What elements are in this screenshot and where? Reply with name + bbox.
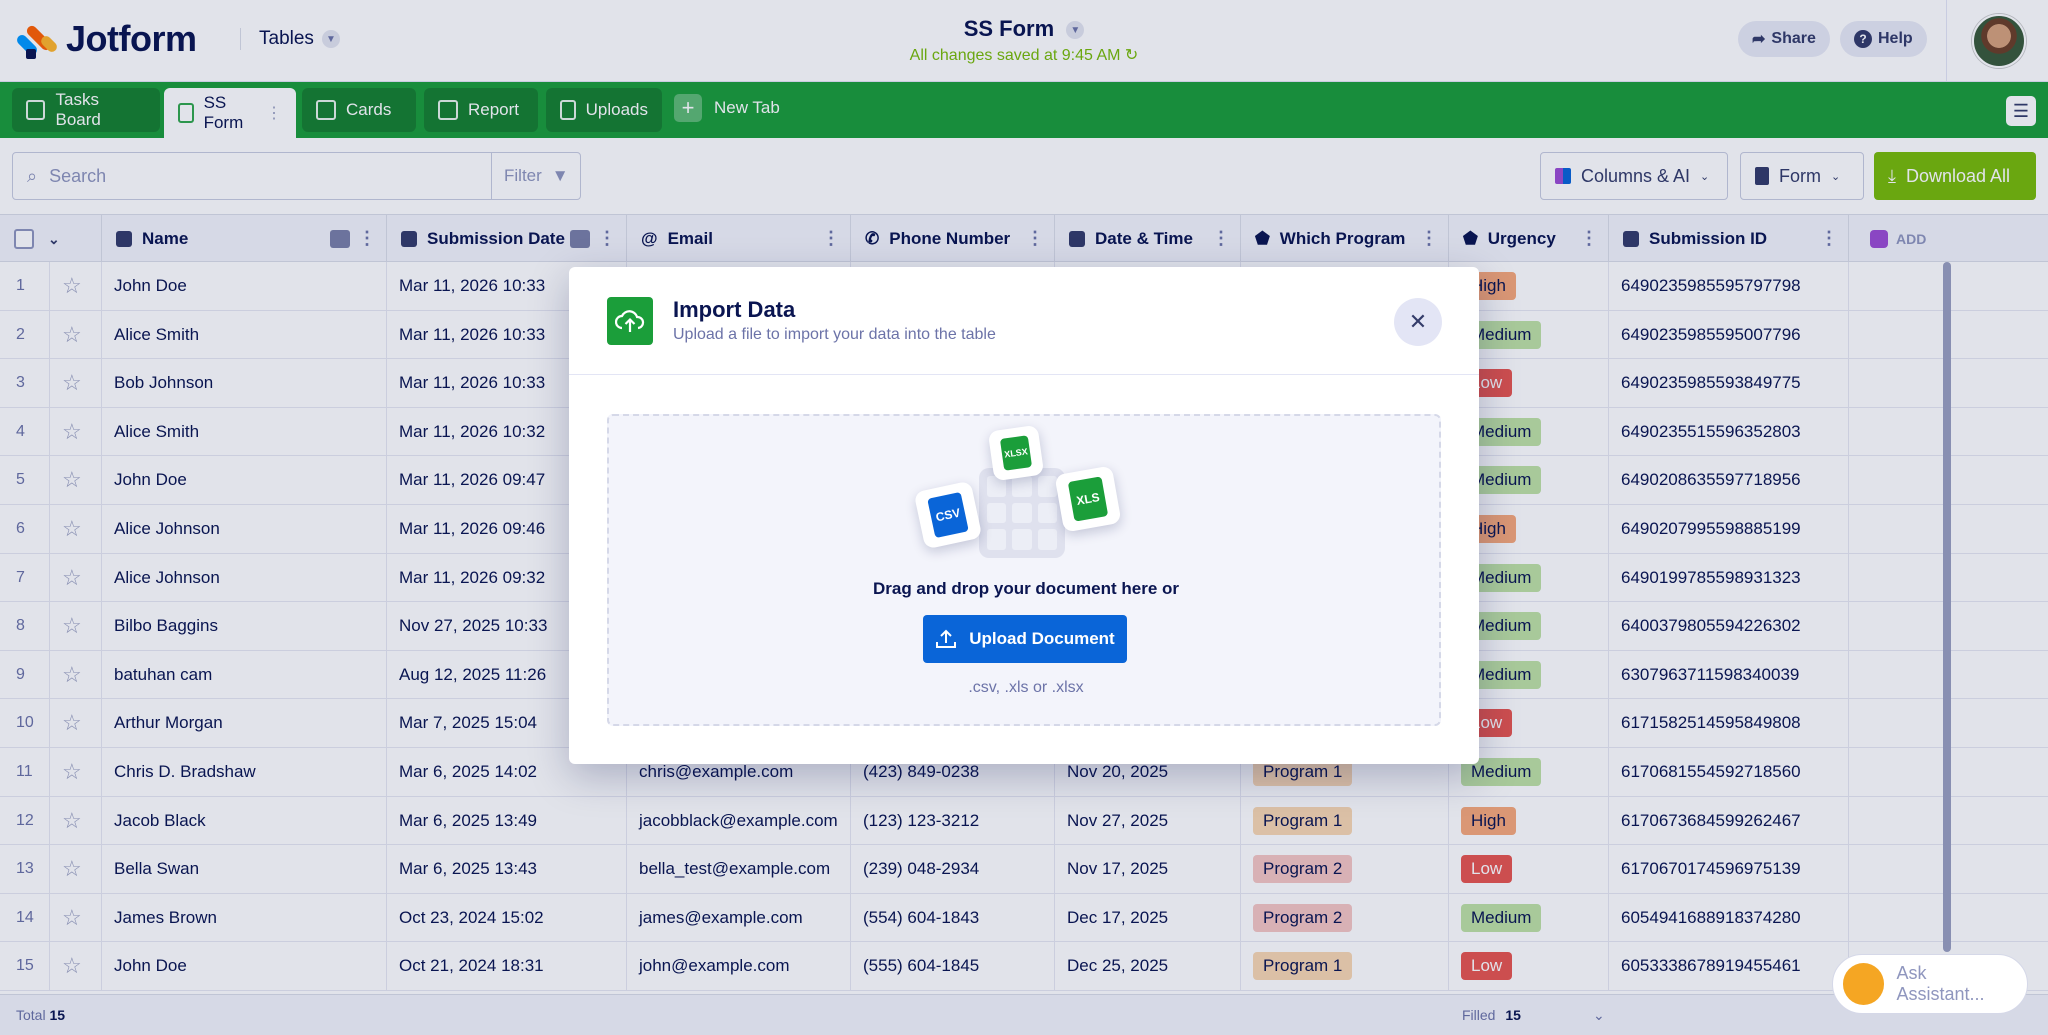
xls-file-icon: XLS xyxy=(1054,465,1122,533)
csv-file-icon: CSV xyxy=(913,480,983,550)
allowed-extensions: .csv, .xls or .xlsx xyxy=(968,679,1084,696)
upload-document-button[interactable]: Upload Document xyxy=(923,615,1127,663)
assistant-label: Ask Assistant... xyxy=(1896,963,1985,1004)
modal-header: Import Data Upload a file to import your… xyxy=(569,267,1479,375)
xlsx-file-icon: XLSX xyxy=(987,424,1045,482)
drag-drop-text: Drag and drop your document here or xyxy=(872,579,1180,598)
upload-label: Upload Document xyxy=(969,629,1115,648)
file-types-illustration: CSV XLSX XLS xyxy=(913,424,1129,568)
modal-subtitle: Upload a file to import your data into t… xyxy=(673,326,996,343)
file-drop-zone[interactable]: CSV XLSX XLS Drag and drop your document… xyxy=(607,414,1441,726)
ask-assistant-button[interactable]: Ask Assistant... xyxy=(1832,954,2028,1014)
cloud-upload-icon xyxy=(607,297,653,345)
modal-title: Import Data xyxy=(673,297,796,322)
table-illustration xyxy=(979,468,1065,558)
upload-icon xyxy=(936,629,957,648)
import-data-modal: Import Data Upload a file to import your… xyxy=(569,267,1479,764)
close-button[interactable]: ✕ xyxy=(1394,298,1442,346)
assistant-avatar-icon xyxy=(1843,963,1885,1005)
close-icon: ✕ xyxy=(1408,309,1428,334)
